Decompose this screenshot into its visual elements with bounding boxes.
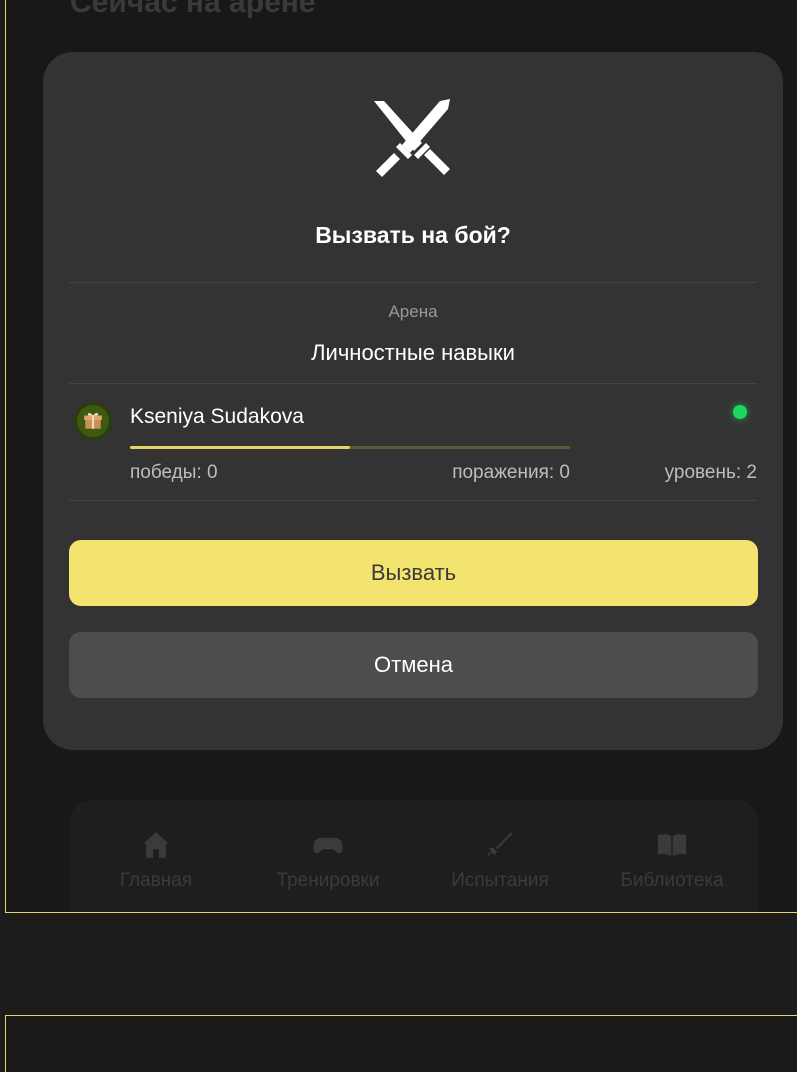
challenge-dialog: Вызвать на бой? Арена Личностные навыки … <box>43 52 783 750</box>
player-name: Kseniya Sudakova <box>130 405 304 428</box>
nav-item-library[interactable]: Библиотека <box>597 828 747 892</box>
player-progress-fill <box>130 446 350 449</box>
background-heading: Сейчас на арене <box>70 0 316 19</box>
background-frame-bottom <box>5 1015 797 1072</box>
gamepad-icon <box>311 828 345 862</box>
stat-losses: поражения: 0 <box>452 462 570 483</box>
bottom-nav: Главная Тренировки Испытания Библиотека <box>70 800 758 912</box>
divider <box>69 282 757 283</box>
stat-level: уровень: 2 <box>664 462 757 483</box>
dialog-title: Вызвать на бой? <box>315 222 511 248</box>
cancel-button[interactable]: Отмена <box>69 632 758 698</box>
home-icon <box>139 828 173 862</box>
online-status-indicator <box>733 405 747 419</box>
nav-item-label: Испытания <box>451 870 549 891</box>
player-progress-bar <box>130 446 570 449</box>
arena-name: Личностные навыки <box>311 340 515 365</box>
gift-box-icon <box>84 412 102 429</box>
nav-item-label: Библиотека <box>620 870 724 891</box>
book-icon <box>655 828 689 862</box>
nav-item-challenges[interactable]: Испытания <box>425 828 575 892</box>
sword-icon <box>483 828 517 862</box>
arena-label: Арена <box>388 302 438 321</box>
avatar <box>74 402 112 440</box>
crossed-swords-icon <box>370 97 456 183</box>
stat-wins: победы: 0 <box>130 462 218 483</box>
divider <box>69 383 757 384</box>
nav-item-home[interactable]: Главная <box>81 828 231 892</box>
nav-item-label: Тренировки <box>276 870 380 891</box>
challenge-button[interactable]: Вызвать <box>69 540 758 606</box>
divider <box>69 500 757 501</box>
nav-item-label: Главная <box>119 870 193 891</box>
nav-item-training[interactable]: Тренировки <box>253 828 403 892</box>
